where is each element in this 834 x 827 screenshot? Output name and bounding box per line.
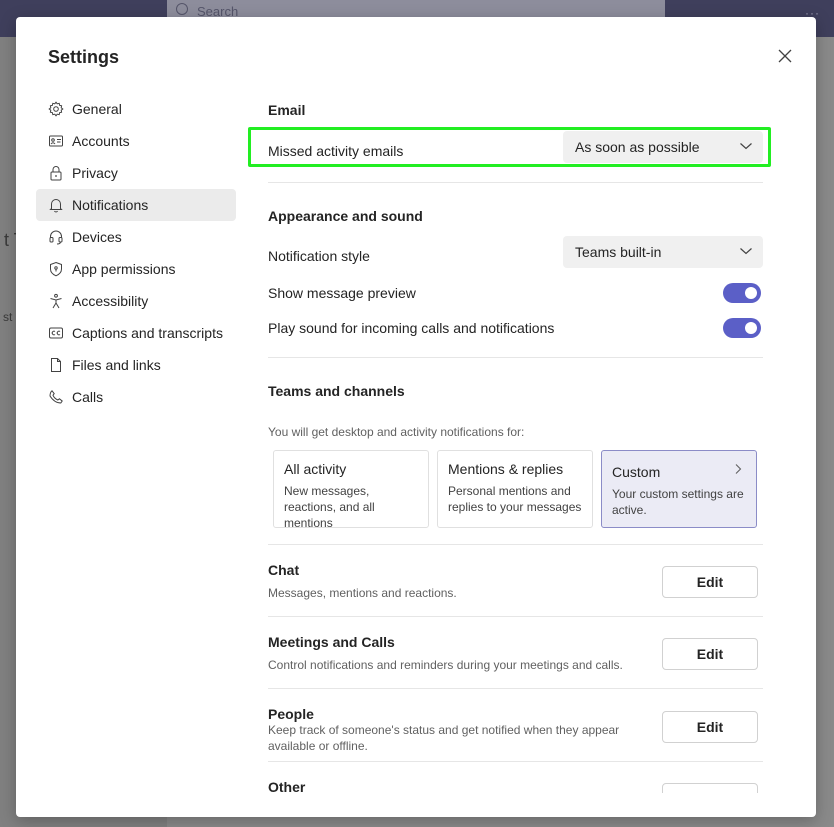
nav-label: Captions and transcripts	[72, 325, 223, 341]
mentions-replies-card[interactable]: Mentions & replies Personal mentions and…	[437, 450, 593, 528]
nav-item-notifications[interactable]: Notifications	[36, 189, 236, 221]
close-button[interactable]	[774, 45, 796, 67]
close-icon	[778, 49, 792, 63]
nav-item-app-permissions[interactable]: App permissions	[36, 253, 236, 285]
appearance-section-title: Appearance and sound	[268, 208, 423, 224]
gear-icon	[47, 100, 65, 118]
missed-activity-value: As soon as possible	[575, 139, 700, 155]
missed-activity-label: Missed activity emails	[268, 143, 404, 159]
nav-label: Devices	[72, 229, 122, 245]
toggle-knob	[745, 322, 757, 334]
nav-label: Accounts	[72, 133, 130, 149]
divider	[268, 544, 763, 545]
custom-card[interactable]: Custom Your custom settings are active.	[601, 450, 757, 528]
meetings-edit-button[interactable]: Edit	[662, 638, 758, 670]
chat-description: Messages, mentions and reactions.	[268, 586, 457, 600]
other-edit-button[interactable]	[662, 783, 758, 793]
chat-edit-button[interactable]: Edit	[662, 566, 758, 598]
nav-item-general[interactable]: General	[36, 93, 236, 125]
settings-dialog: Settings General Accounts Privacy Notifi…	[16, 17, 816, 817]
background-fragment: st	[3, 310, 13, 324]
file-icon	[47, 356, 65, 374]
notification-style-label: Notification style	[268, 248, 370, 264]
card-description: Your custom settings are active.	[612, 487, 744, 517]
message-preview-toggle[interactable]	[723, 283, 761, 303]
nav-item-accessibility[interactable]: Accessibility	[36, 285, 236, 317]
nav-item-files[interactable]: Files and links	[36, 349, 236, 381]
toggle-knob	[745, 287, 757, 299]
shield-icon	[47, 260, 65, 278]
card-description: New messages, reactions, and all mention…	[284, 484, 375, 530]
play-sound-toggle[interactable]	[723, 318, 761, 338]
card-title: Mentions & replies	[448, 461, 564, 477]
nav-item-accounts[interactable]: Accounts	[36, 125, 236, 157]
accessibility-icon	[47, 292, 65, 310]
headset-icon	[47, 228, 65, 246]
nav-label: Privacy	[72, 165, 118, 181]
chevron-down-icon	[740, 248, 752, 255]
divider	[268, 761, 763, 762]
other-section-title: Other	[268, 779, 306, 793]
nav-label: General	[72, 101, 122, 117]
divider	[268, 182, 763, 183]
missed-activity-dropdown[interactable]: As soon as possible	[563, 131, 763, 163]
card-description: Personal mentions and replies to your me…	[448, 484, 582, 514]
play-sound-label: Play sound for incoming calls and notifi…	[268, 320, 555, 336]
nav-label: Calls	[72, 389, 104, 405]
id-card-icon	[47, 132, 65, 150]
people-edit-button[interactable]: Edit	[662, 711, 758, 743]
nav-label: App permissions	[72, 261, 176, 277]
nav-item-calls[interactable]: Calls	[36, 381, 236, 413]
teams-subtitle: You will get desktop and activity notifi…	[268, 425, 525, 439]
people-section-title: People	[268, 706, 314, 722]
notification-style-value: Teams built-in	[575, 244, 662, 260]
divider	[268, 357, 763, 358]
nav-label: Files and links	[72, 357, 161, 373]
notifications-content: Email Missed activity emails As soon as …	[248, 93, 783, 793]
all-activity-card[interactable]: All activity New messages, reactions, an…	[273, 450, 429, 530]
bell-icon	[47, 196, 65, 214]
divider	[268, 688, 763, 689]
meetings-description: Control notifications and reminders duri…	[268, 658, 623, 672]
nav-label: Notifications	[72, 197, 149, 213]
cc-icon	[47, 324, 65, 342]
phone-icon	[47, 388, 65, 406]
meetings-section-title: Meetings and Calls	[268, 634, 395, 650]
notification-style-dropdown[interactable]: Teams built-in	[563, 236, 763, 268]
chevron-down-icon	[740, 143, 752, 150]
nav-item-captions[interactable]: Captions and transcripts	[36, 317, 236, 349]
nav-label: Accessibility	[72, 293, 149, 309]
nav-item-privacy[interactable]: Privacy	[36, 157, 236, 189]
people-description: Keep track of someone's status and get n…	[268, 723, 620, 753]
email-section-title: Email	[268, 102, 306, 118]
card-title: Custom	[612, 464, 661, 480]
card-title: All activity	[284, 461, 347, 477]
chevron-right-icon	[735, 464, 742, 474]
settings-nav: General Accounts Privacy Notifications D…	[36, 93, 236, 413]
nav-item-devices[interactable]: Devices	[36, 221, 236, 253]
divider	[268, 616, 763, 617]
message-preview-label: Show message preview	[268, 285, 416, 301]
lock-icon	[47, 164, 65, 182]
search-icon	[176, 3, 188, 15]
dialog-title: Settings	[48, 47, 120, 67]
teams-section-title: Teams and channels	[268, 383, 405, 399]
chat-section-title: Chat	[268, 562, 300, 578]
